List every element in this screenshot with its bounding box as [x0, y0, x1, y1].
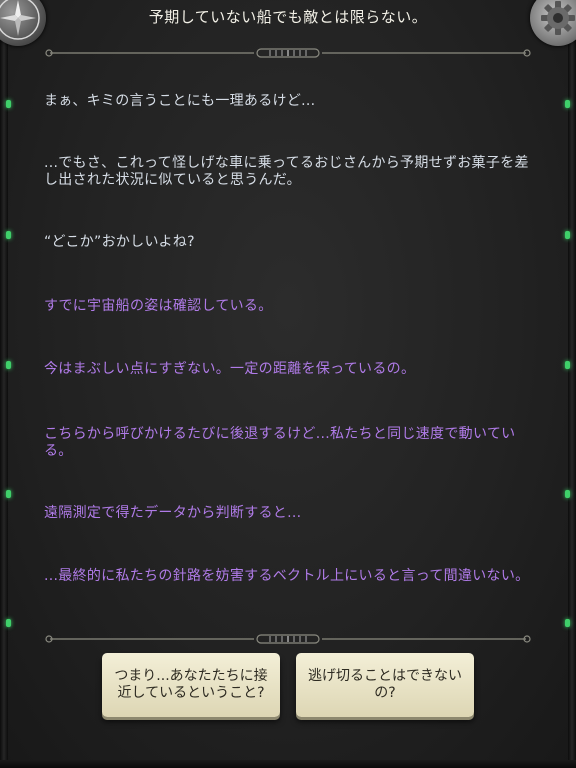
ornamental-divider — [45, 48, 531, 58]
status-led — [6, 490, 11, 498]
status-led — [6, 231, 11, 239]
left-frame — [0, 0, 8, 768]
dialogue-line: ...最終的に私たちの針路を妨害するベクトル上にいると言って間違いない。 — [44, 568, 530, 584]
ornamental-divider — [45, 634, 531, 644]
dialogue-line: こちらから呼びかけるたびに後退するけど...私たちと同じ速度で動いている。 — [44, 426, 516, 459]
status-led — [565, 100, 570, 108]
dialogue-line: 遠隔測定で得たデータから判断すると... — [44, 505, 302, 521]
dialogue-line: まぁ、キミの言うことにも一理あるけど... — [44, 93, 316, 109]
game-screen: 予期していない船でも敵とは限らない。 まぁ、キミの言うことにも一理あるけど...… — [0, 0, 576, 768]
status-led — [6, 100, 11, 108]
choice-button-approaching[interactable]: つまり...あなたたちに接近しているということ? — [102, 653, 280, 717]
status-led — [6, 361, 11, 369]
choice-button-escape[interactable]: 逃げ切ることはできないの? — [296, 653, 474, 717]
dialogue-line: ...でもさ、これって怪しげな車に乗ってるおじさんから予期せずお菓子を差し出され… — [44, 155, 529, 188]
screen-title: 予期していない船でも敵とは限らない。 — [148, 8, 428, 26]
dialogue-line: すでに宇宙船の姿は確認している。 — [44, 298, 273, 314]
status-led — [565, 361, 570, 369]
choice-label: 逃げ切ることはできないの? — [308, 668, 462, 701]
status-led — [6, 619, 11, 627]
dialogue-line: 今はまぶしい点にすぎない。一定の距離を保っているの。 — [44, 361, 416, 377]
bottom-frame — [0, 760, 576, 768]
dialogue-line: “どこか”おかしいよね? — [44, 234, 195, 250]
status-led — [565, 231, 570, 239]
status-led — [565, 490, 570, 498]
right-frame — [568, 0, 576, 768]
choice-label: つまり...あなたたちに接近しているということ? — [114, 668, 268, 701]
status-led — [565, 619, 570, 627]
